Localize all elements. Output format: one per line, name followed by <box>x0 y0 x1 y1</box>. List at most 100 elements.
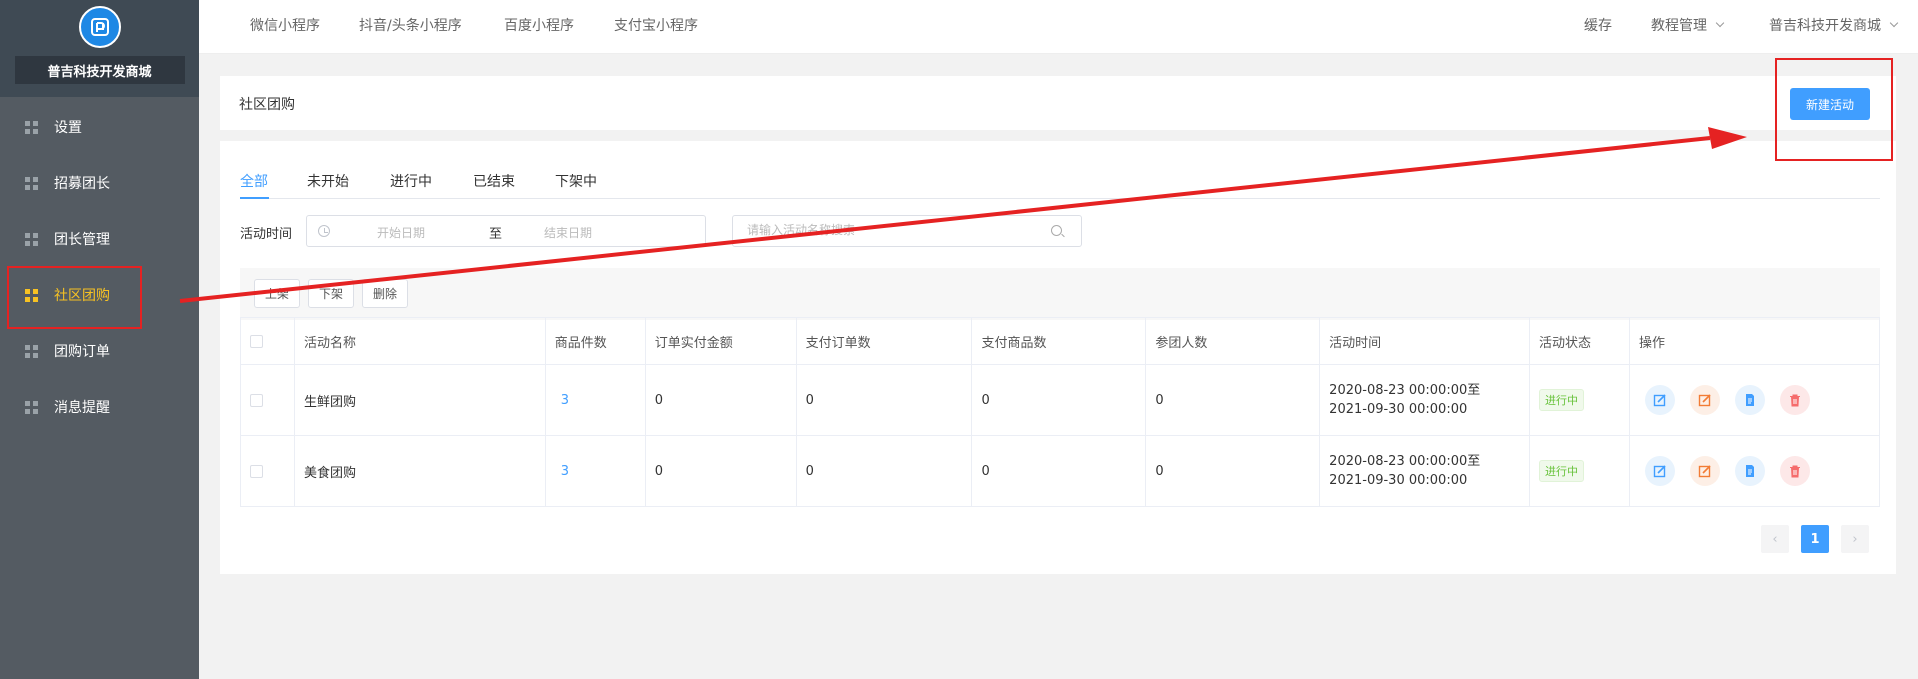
tab-all[interactable]: 全部 <box>240 171 268 191</box>
cache-link[interactable]: 缓存 <box>1584 0 1612 50</box>
sidebar-item-message-reminder[interactable]: 消息提醒 <box>0 379 199 435</box>
search-icon[interactable] <box>1051 225 1062 236</box>
table-row: 美食团购 3 0 0 0 0 2020-08-23 00:00:00至 2021… <box>240 435 1881 507</box>
prev-page-button[interactable]: ‹ <box>1761 525 1789 553</box>
column-header: 支付订单数 <box>795 317 973 365</box>
tutorial-menu[interactable]: 教程管理 <box>1651 0 1725 50</box>
cache-label: 缓存 <box>1584 18 1612 34</box>
logo-icon <box>90 18 109 36</box>
shop-name: 普吉科技开发商城 <box>14 56 185 84</box>
items-count-cell: 3 <box>544 435 646 507</box>
document-icon[interactable] <box>1734 385 1765 415</box>
page-number[interactable]: 1 <box>1801 525 1829 553</box>
tab-not-started[interactable]: 未开始 <box>307 171 349 191</box>
items-count-link[interactable]: 3 <box>555 393 569 408</box>
time-start: 2020-08-23 00:00:00至 <box>1329 383 1481 398</box>
sidebar: 普吉科技开发商城 设置 招募团长 团长管理 社区团购 团购订单 消息提醒 <box>0 0 199 679</box>
activity-table: 活动名称 商品件数 订单实付金额 支付订单数 支付商品数 参团人数 活动时间 活… <box>240 317 1881 507</box>
column-header: 活动状态 <box>1529 317 1630 365</box>
topnav-alipay[interactable]: 支付宝小程序 <box>614 0 698 50</box>
status-badge: 进行中 <box>1539 460 1585 482</box>
end-date-input[interactable]: 结束日期 <box>544 224 592 241</box>
date-separator: 至 <box>489 227 503 242</box>
topnav-baidu[interactable]: 百度小程序 <box>504 0 574 50</box>
participants: 0 <box>1145 364 1321 436</box>
row-checkbox[interactable] <box>250 464 263 478</box>
new-activity-button[interactable]: 新建活动 <box>1790 88 1870 120</box>
paid-amount: 0 <box>644 435 797 507</box>
tutorial-label: 教程管理 <box>1651 18 1707 34</box>
sidebar-item-recruit-leader[interactable]: 招募团长 <box>0 155 199 211</box>
tab-ended[interactable]: 已结束 <box>473 171 515 191</box>
paid-goods: 0 <box>971 364 1147 436</box>
trash-icon[interactable] <box>1779 385 1810 415</box>
tab-in-progress[interactable]: 进行中 <box>390 171 432 191</box>
document-icon[interactable] <box>1734 456 1765 486</box>
activity-time: 2020-08-23 00:00:00至 2021-09-30 00:00:00 <box>1319 364 1531 436</box>
column-header: 参团人数 <box>1145 317 1321 365</box>
time-start: 2020-08-23 00:00:00至 <box>1329 454 1481 469</box>
column-header: 商品件数 <box>544 317 646 365</box>
status-badge: 进行中 <box>1539 389 1585 411</box>
status-cell: 进行中 <box>1529 435 1630 507</box>
topnav-douyin[interactable]: 抖音/头条小程序 <box>359 0 462 50</box>
select-all-checkbox[interactable] <box>250 334 263 348</box>
column-header: 订单实付金额 <box>644 317 797 365</box>
grid-icon <box>25 232 38 246</box>
grid-icon <box>25 176 38 190</box>
paid-orders: 0 <box>795 435 973 507</box>
list-off-button[interactable]: 下架 <box>308 279 354 308</box>
paid-amount: 0 <box>644 364 797 436</box>
column-header: 活动时间 <box>1319 317 1531 365</box>
paid-orders: 0 <box>795 364 973 436</box>
pagination: ‹ 1 › <box>1761 525 1869 553</box>
delete-button[interactable]: 删除 <box>362 279 408 308</box>
activity-name: 生鲜团购 <box>293 364 546 436</box>
select-cell <box>240 364 295 436</box>
next-page-button[interactable]: › <box>1841 525 1869 553</box>
sidebar-item-group-orders[interactable]: 团购订单 <box>0 323 199 379</box>
search-input[interactable] <box>747 223 1047 237</box>
start-date-input[interactable]: 开始日期 <box>377 224 425 241</box>
sidebar-item-leader-management[interactable]: 团长管理 <box>0 211 199 267</box>
pencil-icon[interactable] <box>1689 385 1720 415</box>
sidebar-item-label: 消息提醒 <box>54 400 110 416</box>
column-header: 支付商品数 <box>971 317 1147 365</box>
sidebar-item-label: 社区团购 <box>54 288 110 304</box>
sidebar-item-label: 团购订单 <box>54 344 110 360</box>
column-header: 操作 <box>1628 317 1881 365</box>
participants: 0 <box>1145 435 1321 507</box>
date-range-picker[interactable]: 开始日期 至 结束日期 <box>306 215 706 247</box>
logo-area: 普吉科技开发商城 <box>0 0 199 97</box>
items-count-link[interactable]: 3 <box>555 464 569 479</box>
edit-icon[interactable] <box>1644 456 1675 486</box>
status-cell: 进行中 <box>1529 364 1630 436</box>
clock-icon <box>318 225 330 237</box>
trash-icon[interactable] <box>1779 456 1810 486</box>
row-checkbox[interactable] <box>250 393 263 407</box>
topnav-wechat[interactable]: 微信小程序 <box>250 0 320 50</box>
list-on-button[interactable]: 上架 <box>254 279 300 308</box>
table-row: 生鲜团购 3 0 0 0 0 2020-08-23 00:00:00至 2021… <box>240 364 1881 436</box>
time-end: 2021-09-30 00:00:00 <box>1329 402 1468 417</box>
sidebar-item-label: 设置 <box>54 120 82 136</box>
account-label: 普吉科技开发商城 <box>1769 18 1881 34</box>
grid-icon <box>25 344 38 358</box>
sidebar-item-settings[interactable]: 设置 <box>0 99 199 155</box>
sidebar-item-community-group-buy[interactable]: 社区团购 <box>0 267 199 323</box>
grid-icon <box>25 288 38 302</box>
edit-icon[interactable] <box>1644 385 1675 415</box>
main-content: 全部 未开始 进行中 已结束 下架中 活动时间 开始日期 至 结束日期 上架 下… <box>220 141 1896 574</box>
page-header: 社区团购 新建活动 <box>220 76 1896 130</box>
chevron-down-icon <box>1889 18 1899 28</box>
status-tabs: 全部 未开始 进行中 已结束 下架中 <box>240 141 1880 199</box>
chevron-down-icon <box>1715 18 1725 28</box>
search-box <box>732 215 1082 247</box>
select-cell <box>240 435 295 507</box>
items-count-cell: 3 <box>544 364 646 436</box>
account-menu[interactable]: 普吉科技开发商城 <box>1769 0 1899 50</box>
pencil-icon[interactable] <box>1689 456 1720 486</box>
sidebar-item-label: 招募团长 <box>54 176 110 192</box>
grid-icon <box>25 120 38 134</box>
tab-offline[interactable]: 下架中 <box>555 171 597 191</box>
